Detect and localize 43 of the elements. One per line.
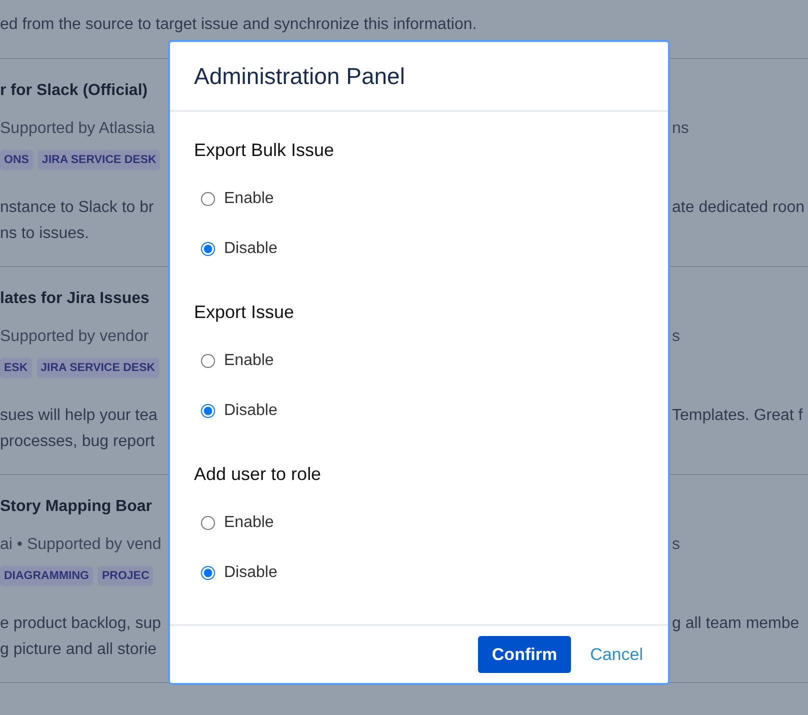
- radio-button[interactable]: [201, 354, 215, 368]
- category-tag[interactable]: PROJEC: [98, 566, 154, 586]
- description-text: sues will help your tea: [0, 407, 158, 425]
- radio-label[interactable]: Disable: [224, 402, 278, 420]
- confirm-button[interactable]: Confirm: [478, 636, 572, 674]
- radio-button[interactable]: [201, 242, 215, 256]
- radio-button[interactable]: [201, 192, 215, 206]
- app-title: Story Mapping Boar: [0, 498, 154, 516]
- description-text: e product backlog, sup: [0, 615, 162, 633]
- vendor-text: s: [672, 328, 680, 346]
- radio-button[interactable]: [201, 566, 215, 580]
- radio-label[interactable]: Enable: [224, 190, 274, 208]
- description-text: processes, bug report: [0, 433, 156, 451]
- radio-button[interactable]: [201, 404, 215, 418]
- description-text: ate dedicated roon: [672, 199, 805, 217]
- radio-label[interactable]: Enable: [224, 352, 274, 370]
- category-tag[interactable]: ONS: [0, 150, 33, 170]
- vendor-text: s: [672, 536, 680, 554]
- description-text: Templates. Great f: [672, 407, 803, 425]
- app-title: r for Slack (Official): [0, 82, 149, 100]
- vendor-text: Supported by Atlassia: [0, 120, 156, 138]
- radio-label[interactable]: Enable: [224, 514, 274, 532]
- description-text: g picture and all storie: [0, 641, 158, 659]
- description-text: g all team membe: [672, 615, 800, 633]
- radio-button[interactable]: [201, 516, 215, 530]
- vendor-text: Supported by vendor: [0, 328, 150, 346]
- vendor-text: ns: [672, 120, 689, 138]
- app-title: lates for Jira Issues: [0, 290, 150, 308]
- dialog-title: Administration Panel: [194, 62, 405, 90]
- cancel-link[interactable]: Cancel: [590, 644, 643, 665]
- section-heading: Add user to role: [194, 463, 322, 486]
- category-tag[interactable]: DIAGRAMMING: [0, 566, 93, 586]
- radio-label[interactable]: Disable: [224, 240, 278, 258]
- vendor-text: ai • Supported by vend: [0, 536, 162, 554]
- section-heading: Export Issue: [194, 301, 296, 324]
- description-text: nstance to Slack to br: [0, 199, 155, 217]
- description-text: ed from the source to target issue and synchronize this information.: [0, 15, 478, 35]
- category-tag[interactable]: JIRA SERVICE DESK: [38, 150, 160, 170]
- section-heading: Export Bulk Issue: [194, 139, 336, 162]
- category-tag[interactable]: JIRA SERVICE DESK: [36, 358, 160, 378]
- radio-label[interactable]: Disable: [224, 564, 278, 582]
- description-text: ns to issues.: [0, 225, 90, 243]
- category-tag[interactable]: ESK: [0, 358, 32, 378]
